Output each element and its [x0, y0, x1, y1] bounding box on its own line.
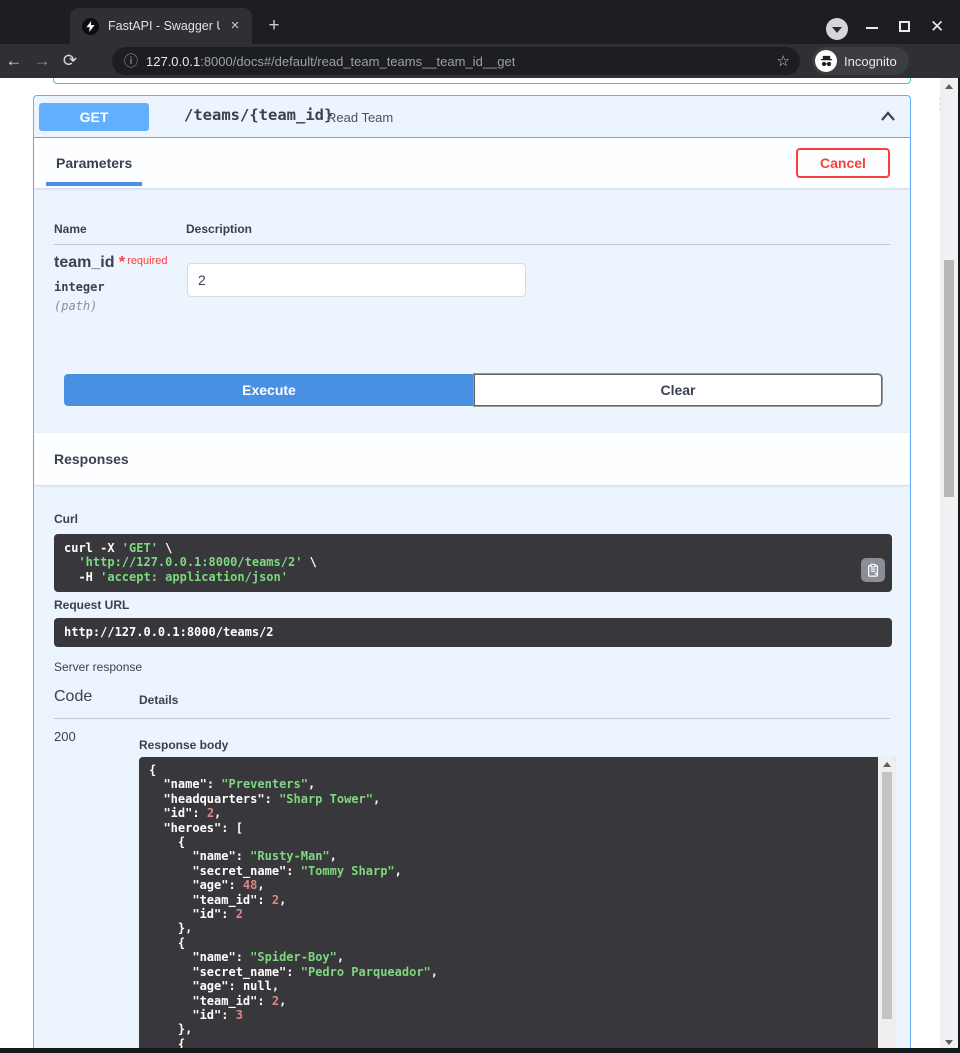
reload-button[interactable]: ⟳ [56, 51, 84, 71]
page-scrollbar[interactable] [940, 78, 958, 1053]
responses-title: Responses [54, 433, 129, 485]
forward-button[interactable]: → [28, 51, 56, 71]
address-bar[interactable]: ⓘ 127.0.0.1:8000/docs#/default/read_team… [112, 47, 800, 75]
response-scrollbar[interactable] [878, 757, 896, 1053]
column-header-details: Details [139, 693, 178, 707]
fastapi-favicon-icon [82, 18, 99, 35]
opblock-summary[interactable]: GET /teams/{team_id} Read Team [34, 96, 910, 138]
endpoint-path: /teams/{team_id} [184, 106, 333, 124]
request-url-block: http://127.0.0.1:8000/teams/2 [54, 618, 892, 647]
browser-toolbar: ← → ⟳ ⓘ 127.0.0.1:8000/docs#/default/rea… [0, 44, 960, 78]
browser-update-icon[interactable] [826, 18, 848, 40]
divider [54, 244, 890, 245]
endpoint-summary: Read Team [327, 110, 393, 125]
browser-tab[interactable]: FastAPI - Swagger UI × [70, 8, 252, 44]
swagger-page: GET /teams/{team_id} Read Team Parameter… [0, 78, 940, 1053]
opblock-get-read-team: GET /teams/{team_id} Read Team Parameter… [33, 95, 911, 1053]
request-url-text: http://127.0.0.1:8000/teams/2 [54, 625, 284, 639]
execute-button[interactable]: Execute [64, 374, 474, 406]
clear-button[interactable]: Clear [474, 374, 882, 406]
tab-title: FastAPI - Swagger UI [108, 19, 220, 33]
url-text[interactable]: 127.0.0.1:8000/docs#/default/read_team_t… [146, 54, 515, 69]
request-url-label: Request URL [54, 598, 129, 612]
site-info-icon[interactable]: ⓘ [124, 51, 138, 71]
incognito-badge: Incognito [812, 47, 909, 75]
required-label: required [127, 255, 167, 267]
window-edge [0, 1048, 960, 1053]
previous-opblock-edge[interactable] [53, 78, 911, 84]
collapse-chevron-up-icon[interactable] [878, 107, 898, 130]
http-method-badge: GET [39, 103, 149, 131]
parameter-name: team_id *required [54, 254, 168, 272]
incognito-icon [815, 50, 837, 72]
browser-chrome: FastAPI - Swagger UI × + ✕ ← → ⟳ ⓘ 127.0… [0, 0, 960, 78]
window-close-button[interactable]: ✕ [930, 17, 944, 37]
tab-parameters[interactable]: Parameters [54, 138, 134, 188]
url-host: 127.0.0.1 [146, 54, 200, 69]
maximize-button[interactable] [899, 21, 910, 32]
curl-label: Curl [54, 512, 78, 526]
minimize-button[interactable] [866, 27, 878, 29]
page-scrollbar-thumb[interactable] [944, 260, 954, 497]
cancel-button[interactable]: Cancel [796, 148, 890, 178]
parameter-name-text: team_id [54, 254, 114, 271]
response-body-json: { "name": "Preventers", "headquarters": … [139, 757, 896, 1053]
chevron-down-icon [832, 27, 842, 33]
parameter-location: (path) [54, 299, 97, 313]
back-button[interactable]: ← [0, 51, 28, 71]
new-tab-button[interactable]: + [262, 14, 286, 38]
server-response-label: Server response [54, 660, 142, 674]
browser-menu-icon[interactable]: ⋮ [928, 91, 952, 119]
column-header-code: Code [54, 688, 92, 706]
status-code: 200 [54, 729, 76, 744]
response-body-label: Response body [139, 738, 228, 752]
parameters-section-header: Parameters Cancel [34, 138, 910, 188]
copy-to-clipboard-button[interactable] [861, 558, 885, 582]
tab-close-icon[interactable]: × [226, 17, 244, 35]
scroll-up-icon[interactable] [945, 84, 953, 89]
curl-command-text: curl -X 'GET' \ 'http://127.0.0.1:8000/t… [54, 534, 892, 591]
response-body-block: { "name": "Preventers", "headquarters": … [139, 757, 896, 1053]
column-header-description: Description [186, 222, 252, 236]
tab-bar: FastAPI - Swagger UI × + ✕ [0, 0, 960, 44]
column-header-name: Name [54, 222, 87, 236]
responses-section-header: Responses [34, 433, 910, 485]
divider [54, 718, 890, 719]
response-scrollbar-thumb[interactable] [882, 772, 892, 1019]
incognito-label: Incognito [844, 54, 897, 69]
url-path: :8000/docs#/default/read_team_teams__tea… [200, 54, 515, 69]
scroll-up-icon[interactable] [883, 762, 891, 767]
scroll-down-icon[interactable] [945, 1040, 953, 1045]
bookmark-star-icon[interactable]: ☆ [777, 52, 790, 70]
parameter-type: integer [54, 280, 105, 294]
team-id-input[interactable] [187, 263, 526, 297]
curl-command-block: curl -X 'GET' \ 'http://127.0.0.1:8000/t… [54, 534, 892, 592]
required-asterisk: * [119, 254, 125, 271]
